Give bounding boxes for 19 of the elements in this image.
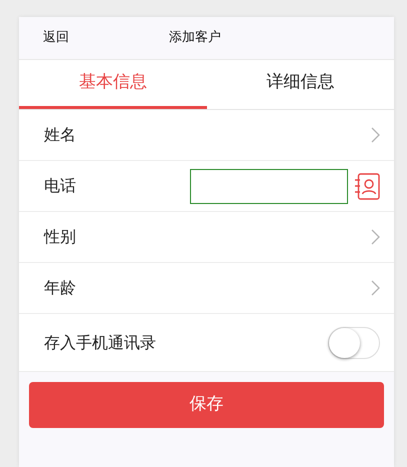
toggle-switch[interactable] [328, 326, 380, 358]
phone-input[interactable] [190, 168, 348, 204]
back-link[interactable]: 返回 [43, 28, 69, 48]
form-row[interactable]: 姓名 [19, 110, 394, 161]
page-title: 添加客户 [169, 29, 221, 48]
field-label: 电话 [44, 175, 77, 197]
form-row[interactable]: 性别 [19, 212, 394, 263]
form-row[interactable]: 存入手机通讯录 [19, 314, 394, 372]
field-label: 性别 [44, 226, 77, 248]
form-row[interactable]: 电话 [19, 161, 394, 212]
field-label: 年龄 [44, 277, 77, 299]
field-label: 姓名 [44, 124, 77, 146]
field-label: 存入手机通讯录 [44, 332, 157, 354]
chevron-right-icon [371, 127, 380, 143]
chevron-right-icon [371, 229, 380, 245]
chevron-right-icon [371, 280, 380, 296]
save-button[interactable]: 保存 [29, 382, 384, 428]
contact-book-icon[interactable] [355, 172, 380, 200]
form-row[interactable]: 年龄 [19, 263, 394, 314]
